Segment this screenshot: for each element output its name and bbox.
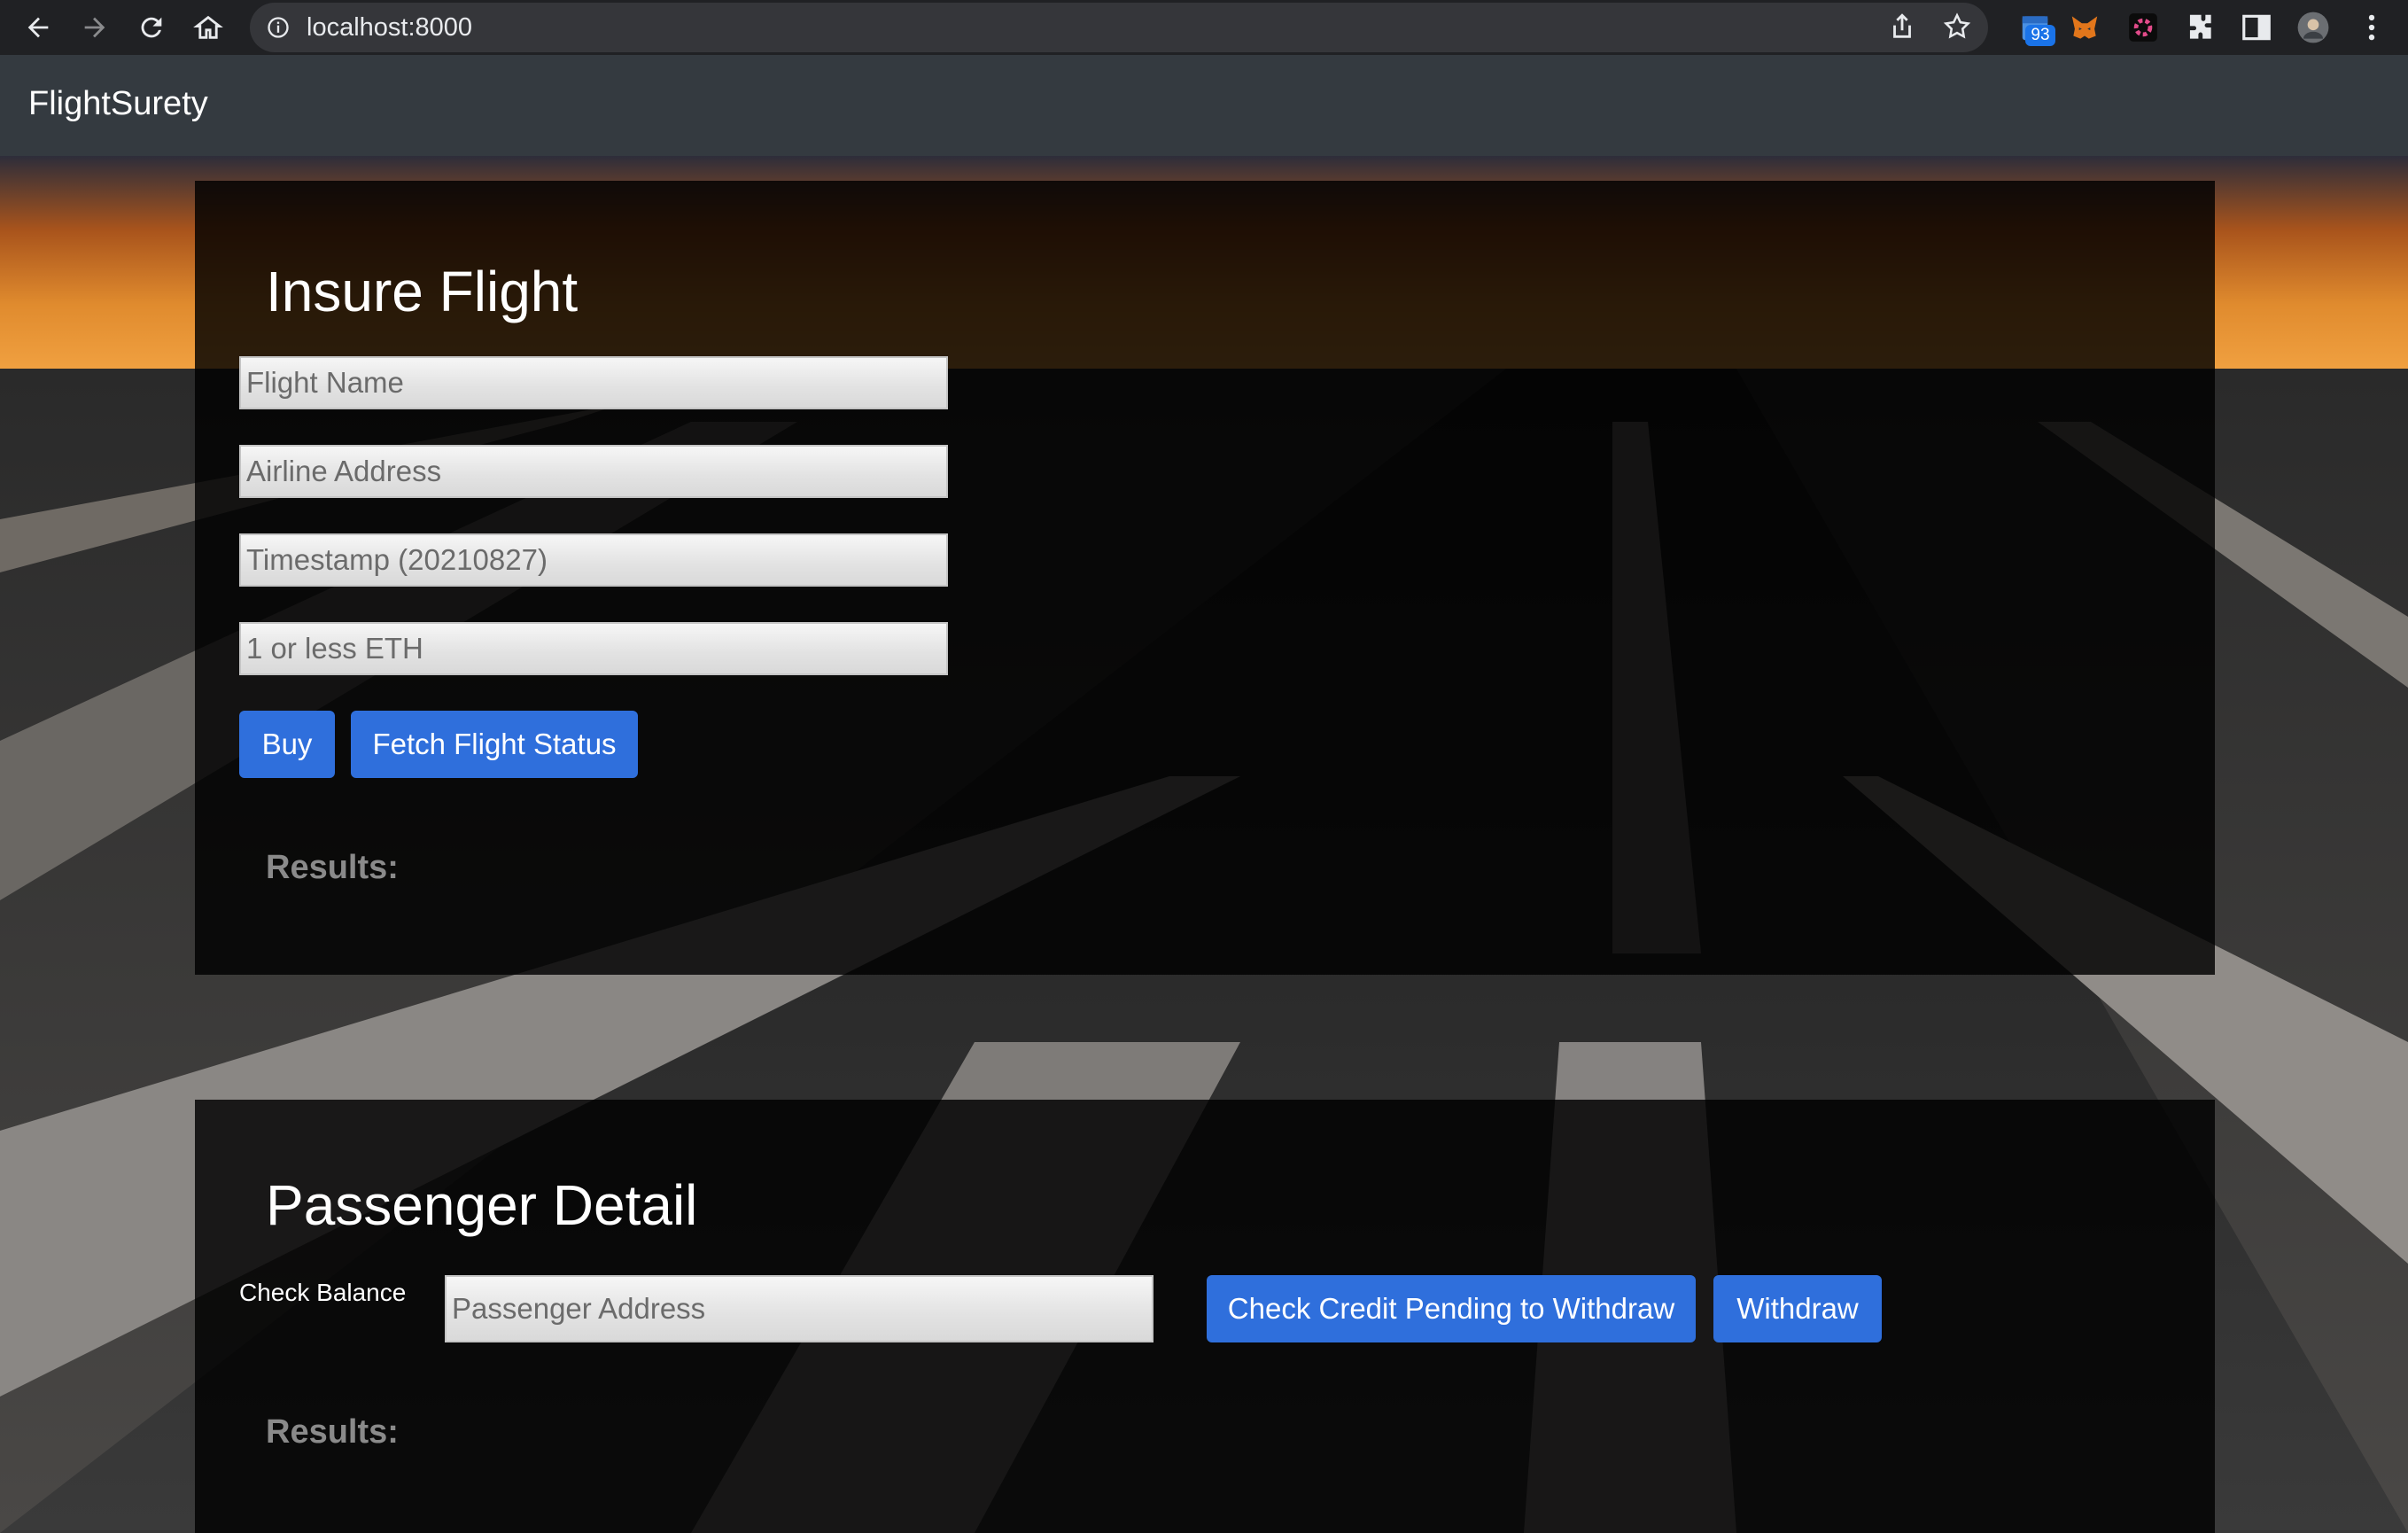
home-button[interactable] bbox=[188, 7, 229, 48]
side-panel-icon bbox=[2242, 14, 2271, 41]
passenger-detail-panel: Passenger Detail Check Balance Check Cre… bbox=[195, 1100, 2215, 1533]
passenger-results-label: Results: bbox=[266, 1413, 399, 1451]
withdraw-button[interactable]: Withdraw bbox=[1713, 1275, 1882, 1342]
info-icon[interactable] bbox=[266, 15, 291, 40]
bookmark-star-icon[interactable] bbox=[1942, 12, 1972, 42]
fetch-flight-status-button[interactable]: Fetch Flight Status bbox=[351, 711, 638, 778]
fox-icon bbox=[2071, 16, 2098, 39]
puzzle-icon bbox=[2189, 14, 2211, 39]
passenger-address-input[interactable] bbox=[445, 1275, 1154, 1342]
reload-icon bbox=[141, 17, 162, 38]
eth-amount-input[interactable] bbox=[239, 622, 948, 675]
insure-results-label: Results: bbox=[266, 849, 399, 886]
flight-name-input[interactable] bbox=[239, 356, 948, 409]
arrow-left-icon bbox=[27, 17, 49, 38]
browser-menu-button[interactable] bbox=[2351, 7, 2392, 48]
side-panel-button[interactable] bbox=[2236, 7, 2277, 48]
timestamp-input[interactable] bbox=[239, 533, 948, 587]
more-vertical-icon bbox=[2368, 14, 2375, 41]
extension-badge: 93 bbox=[2025, 25, 2055, 46]
airline-address-input[interactable] bbox=[239, 445, 948, 498]
address-bar[interactable]: localhost:8000 bbox=[250, 3, 1988, 52]
palette-icon bbox=[2129, 13, 2157, 42]
insure-flight-panel: Insure Flight Buy Fetch Flight Status Re… bbox=[195, 181, 2215, 975]
metamask-extension-button[interactable] bbox=[2064, 7, 2105, 48]
check-balance-label: Check Balance bbox=[239, 1279, 407, 1306]
color-picker-extension-button[interactable] bbox=[2123, 7, 2163, 48]
avatar-icon bbox=[2297, 12, 2329, 43]
forward-button[interactable] bbox=[74, 7, 115, 48]
home-icon bbox=[193, 15, 223, 39]
passenger-detail-title: Passenger Detail bbox=[266, 1173, 698, 1237]
app-navbar: FlightSurety bbox=[0, 55, 2408, 156]
arrow-right-icon bbox=[84, 17, 105, 38]
share-icon[interactable] bbox=[1887, 12, 1917, 42]
insure-flight-title: Insure Flight bbox=[266, 260, 579, 323]
check-credit-button[interactable]: Check Credit Pending to Withdraw bbox=[1207, 1275, 1696, 1342]
browser-toolbar: localhost:8000 93 bbox=[0, 0, 2408, 55]
extensions-button[interactable] bbox=[2179, 7, 2220, 48]
url-text: localhost:8000 bbox=[307, 13, 473, 42]
buy-button[interactable]: Buy bbox=[239, 711, 335, 778]
back-button[interactable] bbox=[18, 7, 58, 48]
brand-link[interactable]: FlightSurety bbox=[28, 85, 208, 123]
profile-button[interactable] bbox=[2293, 7, 2334, 48]
reload-button[interactable] bbox=[131, 7, 172, 48]
